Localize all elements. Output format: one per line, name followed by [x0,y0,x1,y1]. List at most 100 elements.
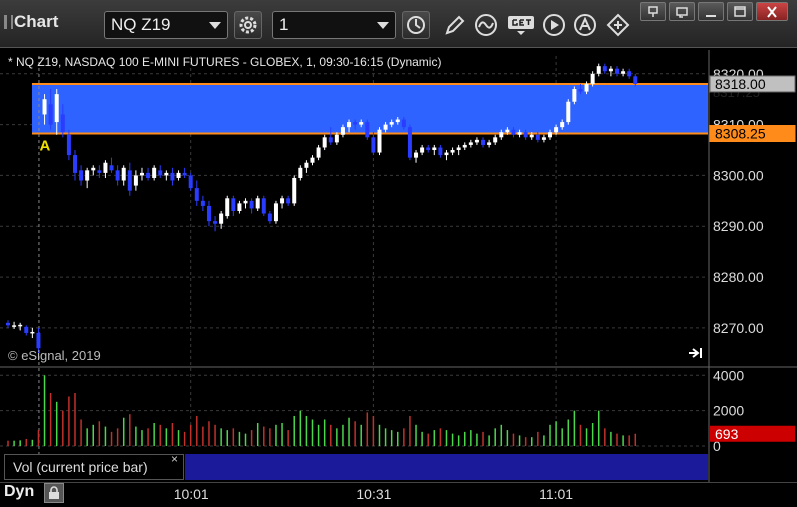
marker-label[interactable]: A [39,138,50,155]
candle-body [176,172,181,178]
candle-body [12,325,17,327]
candle-body [505,129,510,133]
chevron-down-icon[interactable] [209,22,221,29]
candle-body [377,129,382,153]
chart-toolbar: Chart NQ Z19 1 [0,0,797,48]
scroll-to-end-icon[interactable] [689,348,702,358]
volume-tick-label: 2000 [713,403,744,419]
candle-body [213,221,218,224]
candle-body [30,331,35,334]
symbol-input[interactable]: NQ Z19 [104,11,228,39]
time-axis[interactable] [0,482,797,507]
candle-body [560,122,565,128]
lock-icon [49,486,59,499]
candle-body [590,73,595,84]
candle-body [127,170,132,191]
candle-body [608,68,613,72]
replay-button[interactable] [541,12,567,38]
candle-body [72,155,77,173]
candle-body [219,213,224,224]
studies-button[interactable] [473,12,499,38]
dynamic-lock-button[interactable] [44,483,64,503]
candle-body [353,122,358,125]
candle-body [292,177,297,204]
price-band-rectangle[interactable] [32,83,708,134]
price-axis[interactable]: 8270.008280.008290.008300.008310.008320.… [713,66,764,336]
candle-body [188,175,193,189]
candle-body [286,198,291,204]
candle-body [243,200,248,204]
candle-body [18,324,23,327]
candle-body [146,172,151,178]
volume-study-label[interactable]: Vol (current price bar) [4,454,184,480]
symbol-settings-button[interactable] [234,11,262,39]
candle-body [280,198,285,204]
alert-a-icon [574,14,596,36]
chevron-down-icon[interactable] [377,22,389,29]
price-tag-label: 8308.25 [715,126,766,142]
chart-window-icon [4,15,13,29]
candle-body [401,119,406,128]
gear-icon [239,16,257,34]
candle-body [194,188,199,201]
candle-body [621,71,626,74]
dynamic-mode-label[interactable]: Dyn [4,483,34,501]
candle-body [6,322,10,326]
candle-body [499,132,504,138]
candle-body [322,137,327,148]
candle-body [152,167,157,178]
interval-input[interactable]: 1 [272,11,396,39]
candle-body [328,137,333,143]
link-button[interactable] [605,12,631,38]
restore-icon [676,6,688,18]
candle-body [66,134,71,156]
window-restore-button[interactable] [669,2,695,21]
candle-body [414,152,419,158]
window-pin-button[interactable] [640,2,666,21]
draw-tool-button[interactable] [442,12,468,38]
candle-body [517,132,522,135]
interval-clock-button[interactable] [402,11,430,39]
candle-body [225,198,230,217]
copyright-text: © eSignal, 2019 [8,348,101,363]
candle-body [456,147,461,151]
candle-body [481,139,486,145]
candle-body [97,170,102,173]
candle-body [444,152,449,156]
candle-body [548,132,553,138]
window-maximize-button[interactable] [727,2,753,21]
price-tick-label: 8280.00 [713,269,764,285]
candle-body [79,170,84,181]
price-chart[interactable]: 8270.008280.008290.008300.008310.008320.… [0,50,797,482]
window-close-button[interactable] [756,2,788,21]
candle-body [60,114,65,133]
candle-body [383,124,388,130]
candle-body [340,127,345,135]
close-icon [767,5,777,18]
candle-body [487,142,492,145]
window-minimize-button[interactable] [698,2,724,21]
interval-value: 1 [279,15,289,34]
volume-tag-label: 693 [715,426,739,442]
get-data-button[interactable] [506,12,536,38]
candle-body [566,101,571,123]
get-icon [508,16,534,35]
candle-body [115,170,120,181]
price-tick-label: 8270.00 [713,320,764,336]
candle-body [316,147,321,158]
candle-body [139,172,144,176]
candle-body [261,198,266,214]
alerts-button[interactable] [572,12,598,38]
candle-body [627,71,632,77]
candle-body [493,137,498,143]
candle-body [334,134,339,143]
candle-body [158,170,163,176]
candle-body [231,198,236,211]
candle-body [170,172,175,181]
candle-body [267,213,272,222]
candle-body [310,157,315,163]
candle-body [182,172,187,176]
candle-body [164,172,169,176]
candle-body [615,68,619,74]
volume-study-close-button[interactable]: × [171,452,178,466]
